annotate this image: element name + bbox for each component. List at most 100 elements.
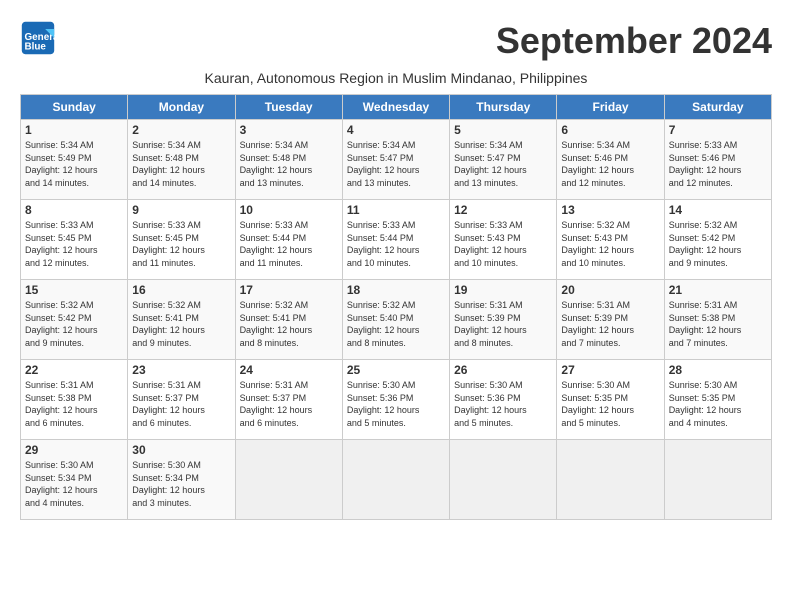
day-info-line: Sunrise: 5:30 AM bbox=[561, 379, 659, 392]
day-info-line: Sunset: 5:41 PM bbox=[132, 312, 230, 325]
day-number: 18 bbox=[347, 283, 445, 297]
day-info-line: Sunset: 5:37 PM bbox=[240, 392, 338, 405]
day-info-line: and 5 minutes. bbox=[454, 417, 552, 430]
day-info-line: Daylight: 12 hours bbox=[132, 164, 230, 177]
day-info-line: Sunrise: 5:34 AM bbox=[25, 139, 123, 152]
day-info-line: Sunset: 5:39 PM bbox=[454, 312, 552, 325]
day-info-line: and 8 minutes. bbox=[454, 337, 552, 350]
day-number: 15 bbox=[25, 283, 123, 297]
day-info-line: Sunrise: 5:30 AM bbox=[347, 379, 445, 392]
calendar-cell: 5Sunrise: 5:34 AMSunset: 5:47 PMDaylight… bbox=[450, 120, 557, 200]
day-number: 23 bbox=[132, 363, 230, 377]
day-info-line: and 14 minutes. bbox=[25, 177, 123, 190]
day-info-line: and 13 minutes. bbox=[347, 177, 445, 190]
day-info-line: Sunset: 5:37 PM bbox=[132, 392, 230, 405]
day-info-line: and 5 minutes. bbox=[561, 417, 659, 430]
day-info-line: Sunset: 5:35 PM bbox=[561, 392, 659, 405]
day-info-line: Sunrise: 5:31 AM bbox=[240, 379, 338, 392]
day-number: 5 bbox=[454, 123, 552, 137]
day-info-line: and 13 minutes. bbox=[240, 177, 338, 190]
logo: General Blue bbox=[20, 20, 56, 56]
day-info-line: Daylight: 12 hours bbox=[25, 244, 123, 257]
calendar-cell: 30Sunrise: 5:30 AMSunset: 5:34 PMDayligh… bbox=[128, 440, 235, 520]
day-info-line: and 8 minutes. bbox=[240, 337, 338, 350]
day-info-line: and 9 minutes. bbox=[132, 337, 230, 350]
calendar-cell: 25Sunrise: 5:30 AMSunset: 5:36 PMDayligh… bbox=[342, 360, 449, 440]
day-info-line: Sunset: 5:39 PM bbox=[561, 312, 659, 325]
day-info-line: Daylight: 12 hours bbox=[25, 484, 123, 497]
calendar-cell: 10Sunrise: 5:33 AMSunset: 5:44 PMDayligh… bbox=[235, 200, 342, 280]
day-info-line: and 10 minutes. bbox=[561, 257, 659, 270]
header: General Blue September 2024 bbox=[20, 20, 772, 62]
logo-icon: General Blue bbox=[20, 20, 56, 56]
col-friday: Friday bbox=[557, 95, 664, 120]
day-info-line: Sunset: 5:43 PM bbox=[454, 232, 552, 245]
day-info-line: Sunrise: 5:31 AM bbox=[454, 299, 552, 312]
day-number: 29 bbox=[25, 443, 123, 457]
day-info-line: Sunrise: 5:33 AM bbox=[25, 219, 123, 232]
calendar-cell: 14Sunrise: 5:32 AMSunset: 5:42 PMDayligh… bbox=[664, 200, 771, 280]
day-info-line: Sunset: 5:40 PM bbox=[347, 312, 445, 325]
day-info-line: Sunrise: 5:32 AM bbox=[25, 299, 123, 312]
day-info-line: and 12 minutes. bbox=[561, 177, 659, 190]
day-info-line: Sunset: 5:45 PM bbox=[132, 232, 230, 245]
day-info-line: and 4 minutes. bbox=[669, 417, 767, 430]
day-info-line: Sunset: 5:42 PM bbox=[669, 232, 767, 245]
calendar-cell bbox=[450, 440, 557, 520]
day-info-line: Daylight: 12 hours bbox=[454, 244, 552, 257]
calendar-cell: 23Sunrise: 5:31 AMSunset: 5:37 PMDayligh… bbox=[128, 360, 235, 440]
day-number: 14 bbox=[669, 203, 767, 217]
day-info-line: Daylight: 12 hours bbox=[454, 324, 552, 337]
day-info-line: Daylight: 12 hours bbox=[240, 244, 338, 257]
day-number: 22 bbox=[25, 363, 123, 377]
day-info-line: and 13 minutes. bbox=[454, 177, 552, 190]
day-info-line: Sunrise: 5:34 AM bbox=[240, 139, 338, 152]
day-info-line: Sunset: 5:47 PM bbox=[454, 152, 552, 165]
day-info-line: Daylight: 12 hours bbox=[454, 164, 552, 177]
calendar-cell bbox=[557, 440, 664, 520]
day-info-line: Sunset: 5:44 PM bbox=[347, 232, 445, 245]
calendar-week-1: 1Sunrise: 5:34 AMSunset: 5:49 PMDaylight… bbox=[21, 120, 772, 200]
day-number: 19 bbox=[454, 283, 552, 297]
day-info-line: Sunrise: 5:30 AM bbox=[454, 379, 552, 392]
day-number: 2 bbox=[132, 123, 230, 137]
day-info-line: and 6 minutes. bbox=[240, 417, 338, 430]
day-number: 7 bbox=[669, 123, 767, 137]
day-info-line: and 12 minutes. bbox=[25, 257, 123, 270]
day-info-line: and 3 minutes. bbox=[132, 497, 230, 510]
calendar-cell: 27Sunrise: 5:30 AMSunset: 5:35 PMDayligh… bbox=[557, 360, 664, 440]
day-info-line: Sunrise: 5:31 AM bbox=[561, 299, 659, 312]
day-info-line: Sunrise: 5:30 AM bbox=[25, 459, 123, 472]
day-info-line: Sunrise: 5:31 AM bbox=[669, 299, 767, 312]
day-info-line: Sunset: 5:36 PM bbox=[454, 392, 552, 405]
calendar-cell: 4Sunrise: 5:34 AMSunset: 5:47 PMDaylight… bbox=[342, 120, 449, 200]
calendar-cell: 6Sunrise: 5:34 AMSunset: 5:46 PMDaylight… bbox=[557, 120, 664, 200]
day-info-line: Sunset: 5:38 PM bbox=[25, 392, 123, 405]
day-info-line: Sunset: 5:42 PM bbox=[25, 312, 123, 325]
calendar-cell: 21Sunrise: 5:31 AMSunset: 5:38 PMDayligh… bbox=[664, 280, 771, 360]
day-info-line: Sunrise: 5:32 AM bbox=[240, 299, 338, 312]
day-info-line: Sunrise: 5:34 AM bbox=[132, 139, 230, 152]
calendar-week-2: 8Sunrise: 5:33 AMSunset: 5:45 PMDaylight… bbox=[21, 200, 772, 280]
calendar-table: Sunday Monday Tuesday Wednesday Thursday… bbox=[20, 94, 772, 520]
day-info-line: Sunrise: 5:31 AM bbox=[25, 379, 123, 392]
calendar-cell: 2Sunrise: 5:34 AMSunset: 5:48 PMDaylight… bbox=[128, 120, 235, 200]
header-row: Sunday Monday Tuesday Wednesday Thursday… bbox=[21, 95, 772, 120]
day-info-line: Sunrise: 5:33 AM bbox=[240, 219, 338, 232]
day-number: 24 bbox=[240, 363, 338, 377]
col-monday: Monday bbox=[128, 95, 235, 120]
day-info-line: Daylight: 12 hours bbox=[561, 404, 659, 417]
day-info-line: Daylight: 12 hours bbox=[240, 404, 338, 417]
day-info-line: Sunset: 5:46 PM bbox=[561, 152, 659, 165]
svg-text:Blue: Blue bbox=[25, 42, 47, 53]
col-tuesday: Tuesday bbox=[235, 95, 342, 120]
col-thursday: Thursday bbox=[450, 95, 557, 120]
day-info-line: Sunrise: 5:31 AM bbox=[132, 379, 230, 392]
day-info-line: Daylight: 12 hours bbox=[347, 404, 445, 417]
day-info-line: Sunset: 5:46 PM bbox=[669, 152, 767, 165]
day-info-line: Sunrise: 5:34 AM bbox=[347, 139, 445, 152]
day-info-line: Sunrise: 5:32 AM bbox=[347, 299, 445, 312]
day-info-line: Daylight: 12 hours bbox=[669, 404, 767, 417]
day-info-line: Sunrise: 5:34 AM bbox=[561, 139, 659, 152]
day-info-line: and 14 minutes. bbox=[132, 177, 230, 190]
